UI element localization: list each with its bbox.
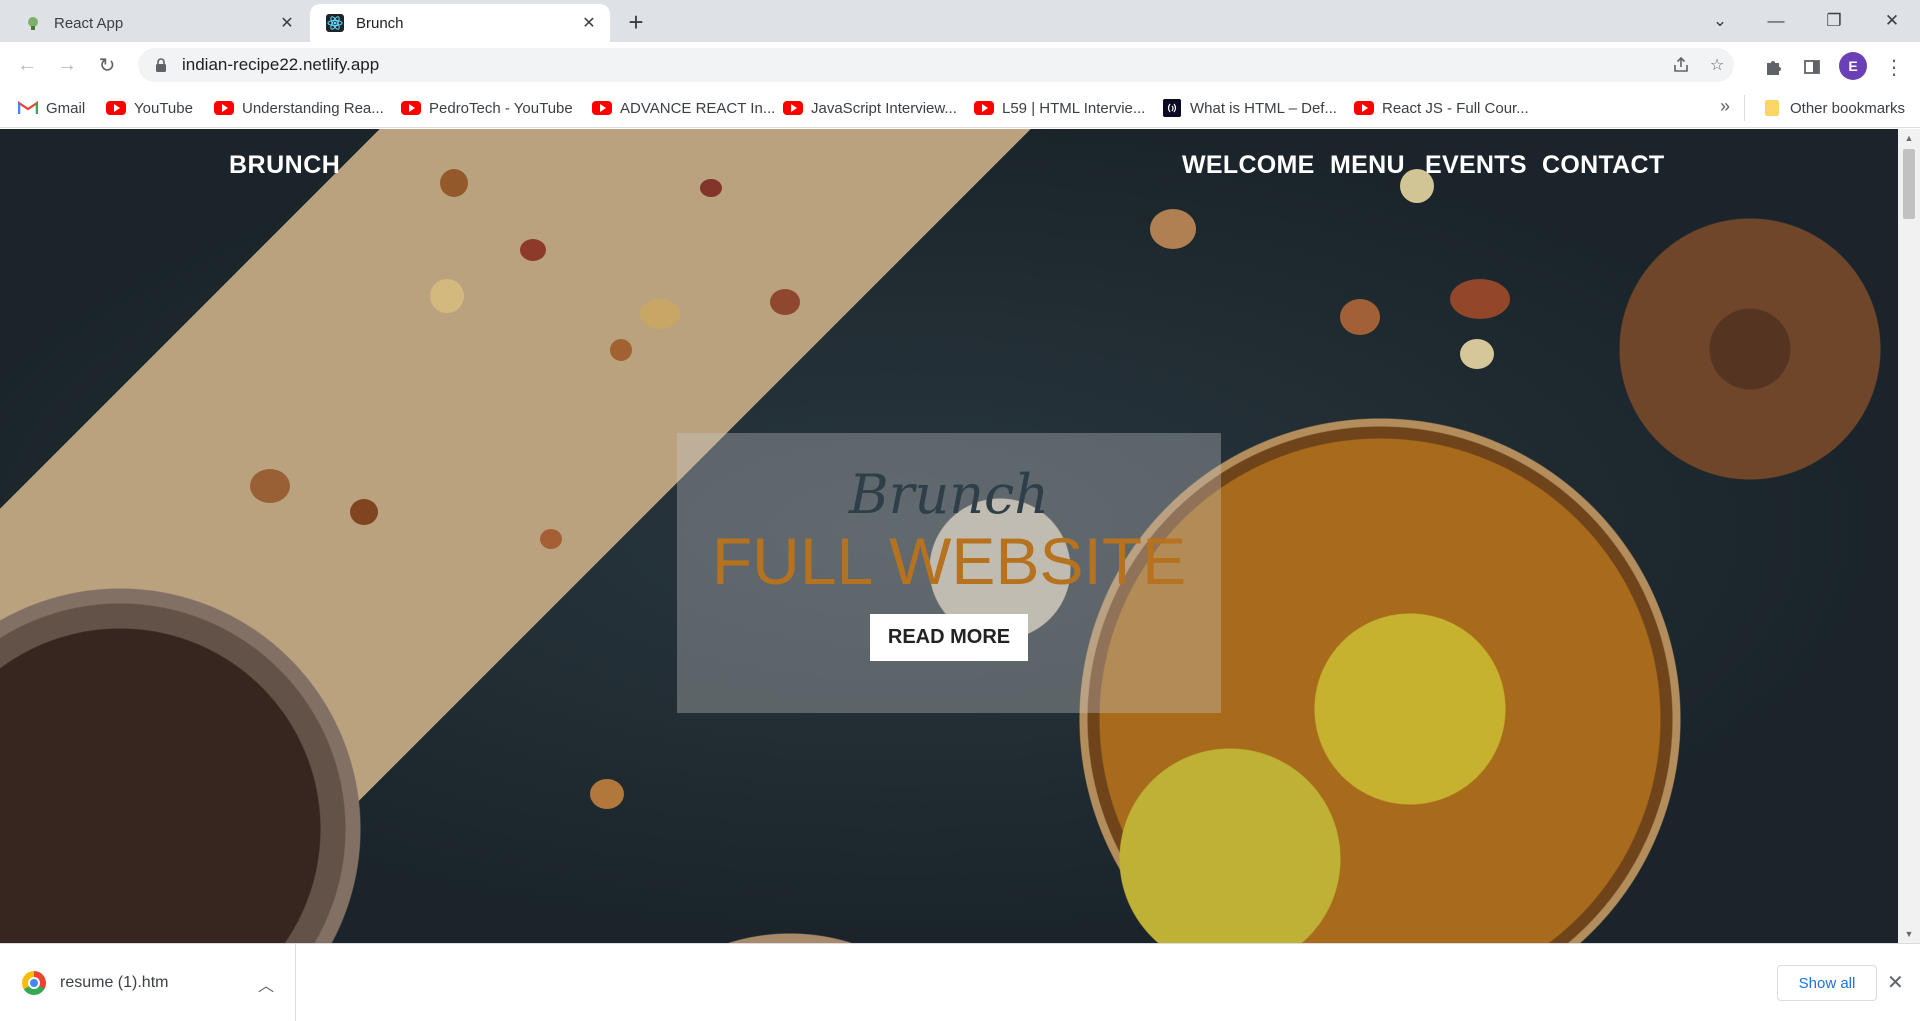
read-more-button[interactable]: READ MORE (869, 614, 1029, 661)
bookmark-what-is-html[interactable]: What is HTML – Def... (1162, 96, 1337, 120)
bookmark-label: L59 | HTML Intervie... (1002, 99, 1146, 117)
bookmark-label: What is HTML – Def... (1190, 99, 1337, 117)
close-icon[interactable]: ✕ (1887, 970, 1904, 995)
side-panel-icon[interactable] (1801, 56, 1823, 78)
nav-link-events[interactable]: EVENTS (1425, 151, 1527, 180)
nav-link-menu[interactable]: MENU (1330, 151, 1405, 180)
site-logo[interactable]: BRUNCH (229, 151, 340, 180)
bookmark-divider (1744, 95, 1745, 121)
bookmark-label: React JS - Full Cour... (1382, 99, 1529, 117)
close-icon[interactable]: ✕ (276, 12, 298, 34)
gmail-icon (18, 101, 38, 115)
download-filename[interactable]: resume (1).htm (60, 974, 168, 992)
lock-icon[interactable] (152, 58, 170, 72)
download-shelf: resume (1).htm ︿ Show all ✕ (0, 943, 1920, 1021)
bookmark-javascript-interview[interactable]: JavaScript Interview... (783, 96, 957, 120)
tab-react-app[interactable]: React App ✕ (8, 4, 308, 42)
bookmark-pedrotech[interactable]: PedroTech - YouTube (401, 96, 573, 120)
menu-kebab-icon[interactable]: ⋮ (1883, 56, 1905, 79)
bookmark-label: PedroTech - YouTube (429, 99, 573, 117)
back-button[interactable]: ← (12, 50, 42, 80)
reload-button[interactable]: ↻ (92, 50, 122, 80)
bookmark-react-full-course[interactable]: React JS - Full Cour... (1354, 96, 1529, 120)
bookmark-advance-react[interactable]: ADVANCE REACT In... (592, 96, 775, 120)
scroll-up-icon[interactable]: ▲ (1903, 133, 1915, 143)
nav-link-contact[interactable]: CONTACT (1542, 151, 1664, 180)
tab-title: React App (54, 14, 124, 32)
url-text[interactable]: indian-recipe22.netlify.app (182, 55, 379, 75)
bookmark-understanding-react[interactable]: Understanding Rea... (214, 96, 384, 120)
site-navbar: BRUNCH WELCOME MENU EVENTS CONTACT (0, 129, 1898, 209)
bookmark-youtube[interactable]: YouTube (106, 96, 193, 120)
address-bar[interactable]: indian-recipe22.netlify.app ☆ (138, 48, 1734, 82)
close-icon[interactable]: ✕ (578, 12, 600, 34)
extensions-icon[interactable] (1762, 56, 1784, 78)
other-bookmarks-folder[interactable]: Other bookmarks (1762, 96, 1905, 120)
hero-script-title: Brunch (848, 463, 1050, 526)
minimize-button[interactable]: — (1756, 6, 1796, 36)
folder-icon (1762, 100, 1782, 116)
tab-brunch[interactable]: Brunch ✕ (310, 4, 610, 42)
bookmark-label: JavaScript Interview... (811, 99, 957, 117)
page-scrollbar[interactable]: ▲ ▼ (1898, 129, 1920, 943)
page-viewport: BRUNCH WELCOME MENU EVENTS CONTACT Brunc… (0, 129, 1898, 943)
bookmark-star-icon[interactable]: ☆ (1706, 54, 1728, 76)
profile-avatar[interactable]: E (1839, 52, 1867, 80)
hero-card: Brunch FULL WEBSITE READ MORE (677, 433, 1221, 713)
youtube-icon (974, 101, 994, 115)
bookmark-label: YouTube (134, 99, 193, 117)
youtube-icon (214, 101, 234, 115)
restore-button[interactable]: ❐ (1814, 6, 1854, 36)
react-logo-icon (326, 14, 344, 32)
bookmarks-overflow-button[interactable]: » (1720, 96, 1730, 117)
bookmark-label: Understanding Rea... (242, 99, 384, 117)
scrollbar-thumb[interactable] (1903, 149, 1915, 219)
youtube-icon (1354, 101, 1374, 115)
youtube-icon (106, 101, 126, 115)
forward-button[interactable]: → (52, 50, 82, 80)
new-tab-button[interactable]: + (622, 9, 650, 37)
bookmarks-bar: Gmail YouTube Understanding Rea... Pedro… (0, 88, 1920, 128)
browser-toolbar: ← → ↻ indian-recipe22.netlify.app ☆ E ⋮ (0, 42, 1920, 88)
react-app-icon (24, 14, 42, 32)
nav-link-welcome[interactable]: WELCOME (1182, 151, 1315, 180)
youtube-icon (401, 101, 421, 115)
chevron-up-icon[interactable]: ︿ (258, 972, 274, 996)
bookmark-html-interview[interactable]: L59 | HTML Intervie... (974, 96, 1145, 120)
bookmark-gmail[interactable]: Gmail (18, 96, 85, 120)
bookmark-label: Gmail (46, 99, 86, 117)
bookmark-label: ADVANCE REACT In... (620, 99, 776, 117)
bookmark-label: Other bookmarks (1790, 99, 1906, 117)
youtube-icon (592, 101, 612, 115)
chrome-file-icon (22, 970, 46, 995)
tab-search-chevron-icon[interactable]: ⌄ (1700, 6, 1740, 36)
freecodecamp-icon (1162, 99, 1182, 117)
scroll-down-icon[interactable]: ▼ (1903, 929, 1915, 939)
share-icon[interactable] (1670, 54, 1692, 76)
window-close-button[interactable]: ✕ (1872, 6, 1912, 36)
download-item[interactable]: resume (1).htm ︿ (0, 944, 296, 1021)
tab-title: Brunch (356, 14, 404, 32)
hero-headline: FULL WEBSITE (711, 524, 1187, 598)
youtube-icon (783, 101, 803, 115)
tab-strip: React App ✕ Brunch ✕ + ⌄ — ❐ ✕ (0, 0, 1920, 42)
show-all-button[interactable]: Show all (1777, 965, 1877, 1001)
